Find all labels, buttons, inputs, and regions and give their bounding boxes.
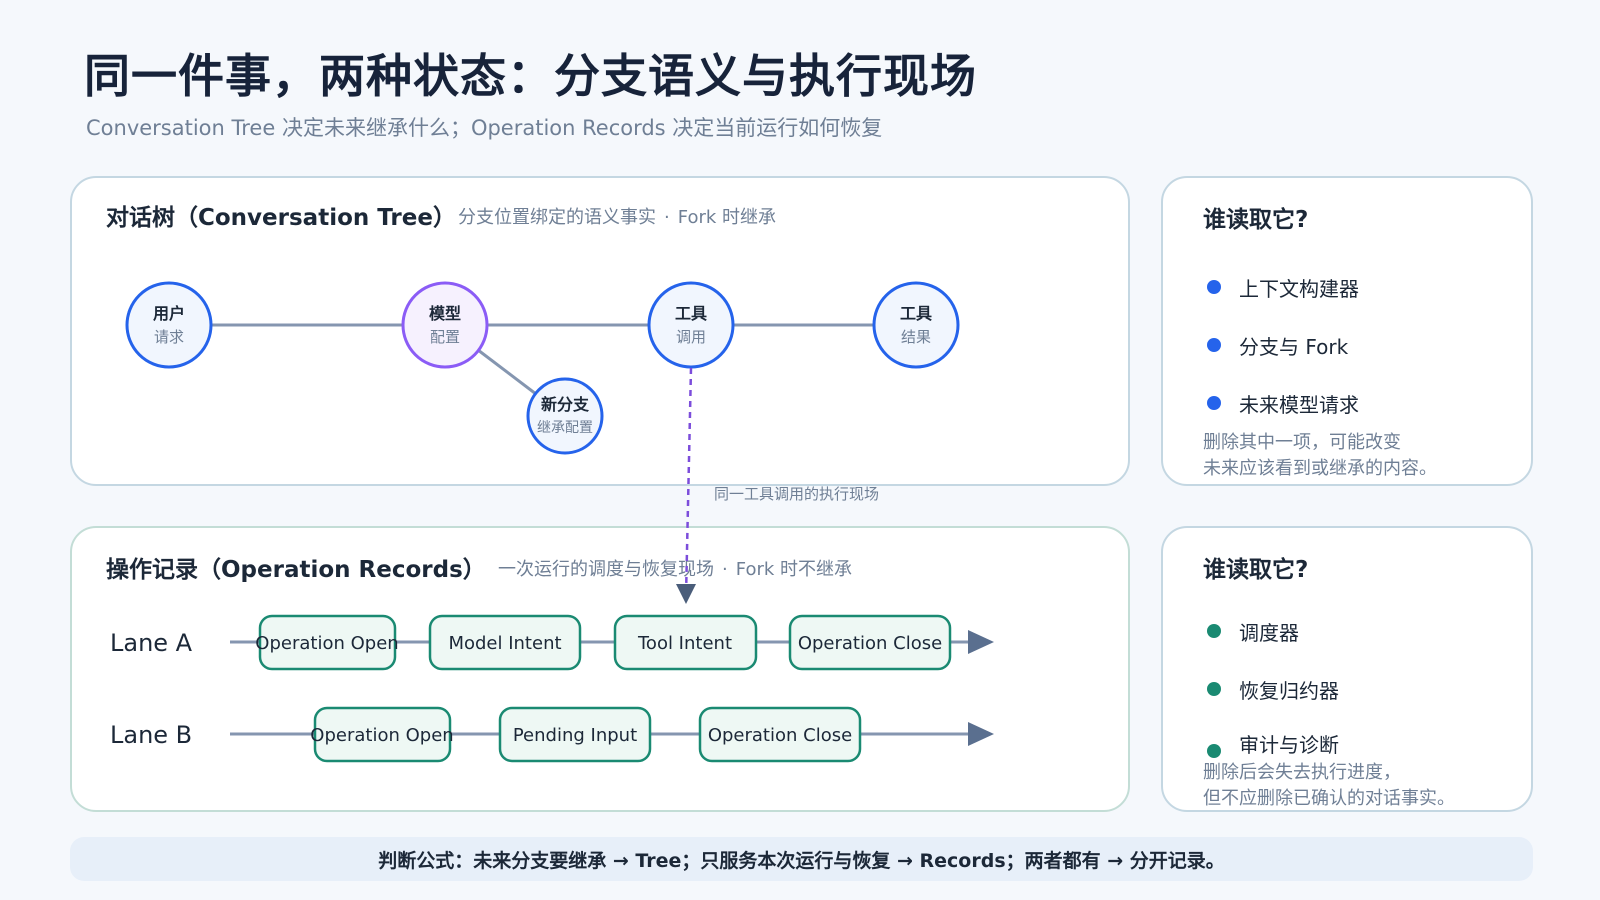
step-label: Operation Close (708, 725, 852, 746)
readers-list: 上下文构建器 分支与 Fork 未来模型请求 (1207, 258, 1359, 432)
reader-item-label: 审计与诊断 (1239, 733, 1339, 757)
readers-title: 谁读取它? (1203, 557, 1309, 583)
node-label-line-2: 请求 (154, 328, 184, 346)
cross-link-label: 同一工具调用的执行现场 (714, 485, 879, 503)
node-circle (401, 281, 489, 369)
node-label-line-2: 继承配置 (537, 420, 593, 436)
reader-item-label: 上下文构建器 (1239, 276, 1359, 301)
records-panel-heading: 操作记录（Operation Records） (106, 557, 486, 583)
tree-node-tool-call: 工具 调用 (647, 281, 735, 369)
step-label: Operation Open (310, 725, 453, 746)
lane-a-step: Tool Intent (613, 614, 758, 671)
reader-item-label: 恢复归约器 (1239, 678, 1339, 703)
tree-panel-heading: 对话树（Conversation Tree） (106, 205, 456, 231)
node-label-line-1: 工具 (900, 304, 932, 323)
node-circle (647, 281, 735, 369)
page-subtitle: Conversation Tree 决定未来继承什么；Operation Rec… (86, 116, 883, 140)
bullet-dot-icon (1207, 682, 1221, 696)
lane-b-step: Pending Input (498, 706, 652, 763)
lane-b-step: Operation Close (698, 706, 862, 763)
tree-node-new-branch: 新分支 继承配置 (526, 377, 604, 455)
step-label: Model Intent (448, 633, 561, 654)
readers-list: 调度器 恢复归约器 审计与诊断 (1207, 602, 1339, 758)
bullet-dot-icon (1207, 624, 1221, 638)
readers-note: 删除后会失去执行进度， 但不应删除已确认的对话事实。 (1203, 760, 1455, 812)
lane-a-label: Lane A (110, 629, 193, 657)
node-circle (125, 281, 213, 369)
lane-b-step: Operation Open (310, 706, 454, 763)
lane-a-step: Operation Close (788, 614, 952, 671)
bullet-dot-icon (1207, 280, 1221, 294)
node-circle (872, 281, 960, 369)
node-label-line-1: 用户 (153, 304, 185, 323)
node-label-line-1: 模型 (429, 304, 461, 323)
tree-node-user-request: 用户 请求 (125, 281, 213, 369)
step-label: Tool Intent (637, 633, 732, 654)
step-label: Operation Close (798, 633, 942, 654)
reader-item-scheduler: 调度器 (1207, 602, 1339, 660)
tree-node-model-config: 模型 配置 (401, 281, 489, 369)
conversation-tree-panel: 对话树（Conversation Tree） 分支位置绑定的语义事实 · Fork … (70, 176, 1130, 486)
node-circle (526, 377, 604, 455)
bullet-dot-icon (1207, 744, 1221, 758)
reader-item-audit: 审计与诊断 (1207, 718, 1339, 758)
tree-panel-description: 分支位置绑定的语义事实 · Fork 时继承 (458, 203, 776, 229)
tree-node-tool-result: 工具 结果 (872, 281, 960, 369)
records-desc-runtime: 一次运行的调度与恢复现场 (498, 559, 714, 580)
readers-note-line-2: 未来应该看到或继承的内容。 (1203, 458, 1437, 479)
step-label: Pending Input (513, 725, 637, 746)
readers-note-line-2: 但不应删除已确认的对话事实。 (1203, 788, 1455, 809)
reader-item-label: 未来模型请求 (1239, 392, 1359, 417)
records-desc-fork: Fork 时不继承 (735, 559, 853, 580)
tree-readers-panel: 谁读取它? 上下文构建器 分支与 Fork 未来模型请求 删除其中一项，可能改变… (1161, 176, 1533, 486)
readers-note: 删除其中一项，可能改变 未来应该看到或继承的内容。 (1203, 430, 1437, 482)
readers-note-line-1: 删除后会失去执行进度， (1203, 762, 1401, 783)
records-panel-description: 一次运行的调度与恢复现场 · Fork 时不继承 (498, 555, 852, 581)
bullet-dot-icon (1207, 396, 1221, 410)
readers-note-line-1: 删除其中一项，可能改变 (1203, 432, 1401, 453)
reader-item-context-builder: 上下文构建器 (1207, 258, 1359, 316)
records-readers-panel: 谁读取它? 调度器 恢复归约器 审计与诊断 删除后会失去执行进度， 但不应删除已… (1161, 526, 1533, 812)
formula-text: 判断公式：未来分支要继承 → Tree；只服务本次运行与恢复 → Records… (378, 849, 1225, 872)
node-label-line-1: 工具 (675, 304, 707, 323)
lane-a-step: Model Intent (428, 614, 582, 671)
page-title: 同一件事，两种状态：分支语义与执行现场 (84, 49, 977, 103)
lane-a-step: Operation Open (255, 614, 399, 671)
separator-dot: · (722, 559, 728, 580)
node-label-line-1: 新分支 (541, 395, 590, 414)
step-label: Operation Open (255, 633, 398, 654)
reader-item-label: 调度器 (1239, 620, 1299, 645)
separator-dot: · (664, 207, 670, 228)
reader-item-branch-fork: 分支与 Fork (1207, 316, 1359, 374)
reader-item-recovery-reducer: 恢复归约器 (1207, 660, 1339, 718)
bullet-dot-icon (1207, 338, 1221, 352)
reader-item-label: 分支与 Fork (1239, 334, 1349, 359)
node-label-line-2: 调用 (676, 328, 706, 346)
readers-title: 谁读取它? (1203, 207, 1309, 233)
tree-desc-semantic: 分支位置绑定的语义事实 (458, 207, 656, 228)
node-label-line-2: 结果 (901, 328, 931, 346)
node-label-line-2: 配置 (430, 328, 460, 346)
reader-item-future-request: 未来模型请求 (1207, 374, 1359, 432)
formula-bar: 判断公式：未来分支要继承 → Tree；只服务本次运行与恢复 → Records… (70, 837, 1533, 881)
tree-desc-fork: Fork 时继承 (677, 207, 777, 228)
lane-b-label: Lane B (110, 721, 192, 749)
operation-records-panel: 操作记录（Operation Records） 一次运行的调度与恢复现场 · For… (70, 526, 1130, 812)
